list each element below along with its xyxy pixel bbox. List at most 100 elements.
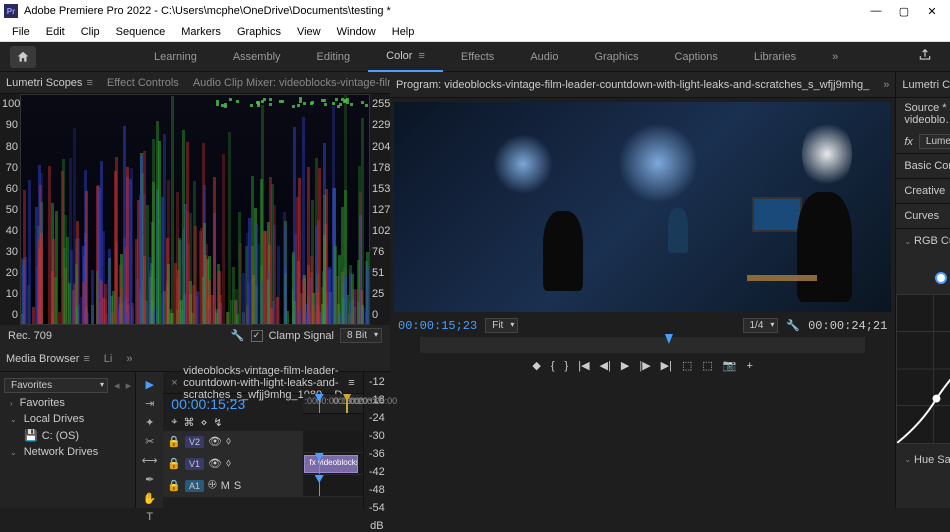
timeline-timecode[interactable]: 00:00:15;23: [163, 394, 303, 414]
luma-curve-button[interactable]: [935, 272, 947, 284]
workspace-audio[interactable]: Audio: [512, 42, 576, 72]
tree-c-drive[interactable]: 💾C: (OS): [10, 427, 131, 444]
timeline-ruler[interactable]: :00 00:00:15:00 00:00:20:00 00:00:25:00: [303, 394, 362, 414]
type-tool[interactable]: T: [141, 511, 159, 523]
linked-selection-icon[interactable]: ⌘: [183, 416, 194, 429]
menu-window[interactable]: Window: [329, 26, 384, 38]
workspace-assembly[interactable]: Assembly: [215, 42, 299, 72]
video-clip[interactable]: fx videoblocks-film-crew-on-stage-set-wh…: [304, 455, 357, 473]
forward-icon[interactable]: ▸: [126, 379, 132, 392]
menu-edit[interactable]: Edit: [38, 26, 73, 38]
menubar: File Edit Clip Sequence Markers Graphics…: [0, 22, 950, 42]
clamp-signal-checkbox[interactable]: [251, 330, 263, 342]
menu-file[interactable]: File: [4, 26, 38, 38]
go-to-out-button[interactable]: ▶|: [661, 359, 672, 372]
selection-tool[interactable]: ▶: [141, 378, 159, 391]
minimize-button[interactable]: —: [862, 5, 890, 17]
menu-sequence[interactable]: Sequence: [108, 26, 174, 38]
workspace-editing[interactable]: Editing: [299, 42, 369, 72]
section-rgb-curves[interactable]: ⌄RGB Curves: [896, 229, 950, 253]
marker-icon[interactable]: ⋄: [200, 416, 207, 429]
rgb-curves-graph[interactable]: [896, 294, 950, 444]
section-basic-correction[interactable]: Basic Correction: [896, 154, 950, 179]
step-back-button[interactable]: ◀|: [600, 359, 611, 372]
share-button[interactable]: [910, 48, 940, 65]
resolution-dropdown[interactable]: 1/4: [743, 318, 779, 333]
mark-out-button[interactable]: }: [565, 360, 569, 372]
workspace-bar: Learning Assembly Editing Color≡ Effects…: [0, 42, 950, 72]
transport-controls: ◆ { } |◀ ◀| ▶ |▶ ▶| ⬚ ⬚ 📷 +: [390, 355, 895, 376]
menu-help[interactable]: Help: [384, 26, 423, 38]
tab-overflow-mb[interactable]: »: [126, 353, 132, 365]
extract-button[interactable]: ⬚: [702, 359, 712, 372]
play-button[interactable]: ▶: [621, 359, 629, 372]
track-select-tool[interactable]: ⇥: [141, 397, 159, 410]
pen-tool[interactable]: ✒: [141, 473, 159, 486]
track-v1-header[interactable]: 🔒V1👁⬨: [163, 453, 303, 474]
tab-libraries[interactable]: Li: [104, 353, 113, 365]
tab-media-browser[interactable]: Media Browser≡: [6, 353, 90, 365]
tab-program[interactable]: Program: videoblocks-vintage-film-leader…: [396, 79, 869, 91]
zoom-dropdown[interactable]: Fit: [485, 318, 518, 333]
tab-effect-controls[interactable]: Effect Controls: [107, 77, 179, 89]
section-hue-saturation[interactable]: ⌄Hue Saturation Curves: [896, 448, 950, 472]
workspace-learning[interactable]: Learning: [136, 42, 215, 72]
clamp-signal-label: Clamp Signal: [269, 330, 334, 342]
settings-icon[interactable]: ↯: [213, 416, 222, 429]
hand-tool[interactable]: ✋: [141, 492, 159, 505]
workspace-captions[interactable]: Captions: [656, 42, 735, 72]
menu-view[interactable]: View: [289, 26, 329, 38]
wrench-icon[interactable]: 🔧: [231, 329, 245, 342]
menu-clip[interactable]: Clip: [73, 26, 108, 38]
tab-lumetri-scopes[interactable]: Lumetri Scopes≡: [6, 77, 93, 89]
workspace-libraries[interactable]: Libraries: [736, 42, 814, 72]
track-a1-header[interactable]: 🔒A1🕀MS: [163, 475, 303, 496]
lift-button[interactable]: ⬚: [682, 359, 692, 372]
step-forward-button[interactable]: |▶: [639, 359, 650, 372]
workspace-graphics[interactable]: Graphics: [576, 42, 656, 72]
scopes-tabs: Lumetri Scopes≡ Effect Controls Audio Cl…: [0, 72, 390, 94]
home-button[interactable]: [10, 46, 36, 68]
workspace-color[interactable]: Color≡: [368, 42, 443, 72]
tab-lumetri-color[interactable]: Lumetri Color≡: [902, 79, 950, 91]
playhead[interactable]: [319, 394, 320, 413]
snap-icon[interactable]: ⌖: [171, 416, 177, 429]
tree-network-drives[interactable]: ⌄Network Drives: [10, 444, 131, 460]
workspace-overflow[interactable]: »: [814, 42, 856, 72]
effect-dropdown[interactable]: Lumetri Color: [919, 134, 950, 149]
out-point[interactable]: [346, 394, 348, 413]
track-v1-body[interactable]: fx videoblocks-film-crew-on-stage-set-wh…: [303, 453, 362, 474]
section-creative[interactable]: Creative: [896, 179, 950, 204]
tab-program-overflow[interactable]: »: [883, 79, 889, 91]
tree-favorites[interactable]: ›Favorites: [10, 395, 131, 411]
maximize-button[interactable]: ▢: [890, 5, 918, 18]
colorspace-label: Rec. 709: [8, 330, 52, 342]
section-curves[interactable]: Curves: [896, 204, 950, 229]
mark-in-button[interactable]: {: [551, 360, 555, 372]
close-button[interactable]: ✕: [918, 5, 946, 18]
program-scrubber[interactable]: [420, 337, 865, 353]
tree-local-drives[interactable]: ⌄Local Drives: [10, 411, 131, 427]
go-to-in-button[interactable]: |◀: [578, 359, 589, 372]
button-editor[interactable]: +: [747, 360, 753, 372]
tool-palette: ▶ ⇥ ✦ ✂ ⟷ ✒ ✋ T: [136, 372, 163, 508]
menu-graphics[interactable]: Graphics: [229, 26, 289, 38]
media-tree: ›Favorites ⌄Local Drives 💾C: (OS) ⌄Netwo…: [4, 395, 131, 460]
program-monitor[interactable]: [394, 102, 891, 312]
waveform-display: [20, 94, 370, 325]
track-v2-header[interactable]: 🔒V2👁⬨: [163, 431, 303, 452]
settings-wrench-icon[interactable]: 🔧: [786, 319, 800, 332]
favorites-dropdown[interactable]: Favorites: [4, 378, 108, 393]
workspace-effects[interactable]: Effects: [443, 42, 512, 72]
slip-tool[interactable]: ⟷: [141, 454, 159, 467]
ripple-edit-tool[interactable]: ✦: [141, 416, 159, 429]
back-icon[interactable]: ◂: [114, 379, 120, 392]
tab-audio-clip-mixer[interactable]: Audio Clip Mixer: videoblocks-vintage-fi…: [193, 77, 390, 89]
program-in-timecode[interactable]: 00:00:15;23: [398, 319, 477, 333]
menu-markers[interactable]: Markers: [173, 26, 229, 38]
add-marker-button[interactable]: ◆: [532, 359, 540, 372]
razor-tool[interactable]: ✂: [141, 435, 159, 448]
scope-left-axis: 1009080706050403020100: [0, 94, 20, 325]
export-frame-button[interactable]: 📷: [723, 359, 737, 372]
bit-depth-dropdown[interactable]: 8 Bit: [340, 328, 382, 343]
